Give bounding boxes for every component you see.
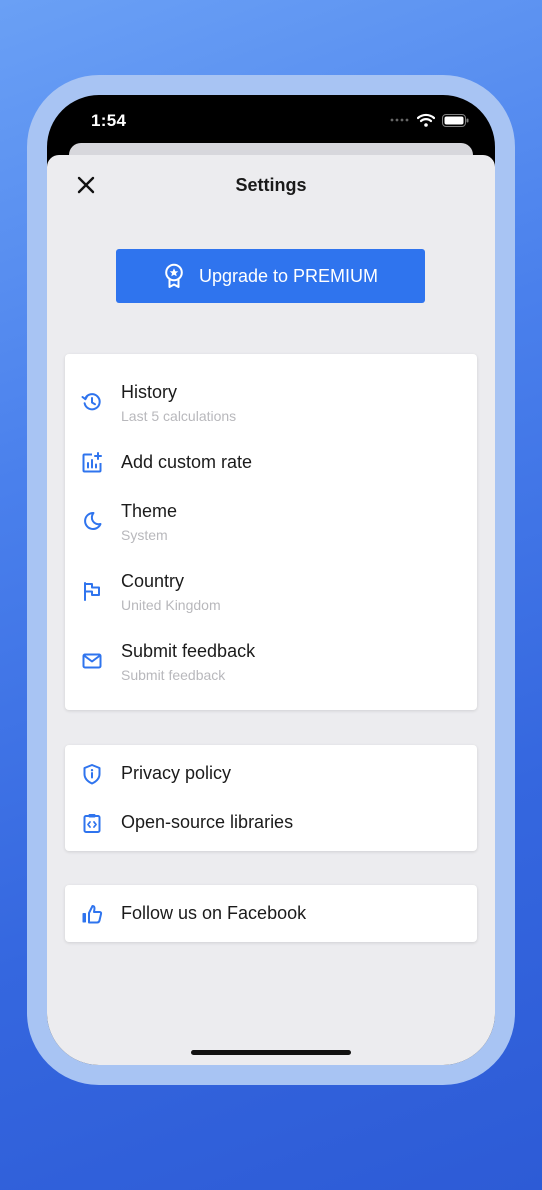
settings-item-follow-facebook-label: Follow us on Facebook <box>121 903 307 923</box>
shield-info-icon <box>83 764 101 785</box>
mail-icon <box>82 653 102 669</box>
phone-screen: 1:54 Settings Upgrade to PREMIUM History… <box>47 95 495 1065</box>
signal-icon <box>390 118 409 122</box>
main-settings-card: History Last 5 calculations Add custom r… <box>65 354 477 710</box>
code-clipboard-icon <box>83 814 101 833</box>
thumbs-up-icon <box>82 905 103 924</box>
upgrade-premium-label: Upgrade to PREMIUM <box>198 265 379 286</box>
settings-item-open-source-libraries[interactable]: Open-source libraries <box>65 808 477 838</box>
flag-icon <box>84 582 100 601</box>
history-icon <box>81 393 101 411</box>
settings-item-theme[interactable]: Theme System <box>65 497 477 545</box>
settings-item-theme-label: Theme <box>121 501 178 521</box>
settings-item-add-custom-rate-label: Add custom rate <box>121 452 253 472</box>
page-title: Settings <box>235 175 307 195</box>
settings-item-submit-feedback[interactable]: Submit feedback Submit feedback <box>65 637 477 685</box>
social-card: Follow us on Facebook <box>65 885 477 942</box>
settings-item-country-label: Country <box>121 571 185 591</box>
status-bar: 1:54 <box>47 95 495 147</box>
home-indicator[interactable] <box>191 1050 351 1055</box>
wifi-icon <box>417 113 435 127</box>
settings-item-add-custom-rate[interactable]: Add custom rate <box>65 448 477 478</box>
settings-item-privacy-policy[interactable]: Privacy policy <box>65 759 477 789</box>
moon-icon <box>84 511 102 530</box>
settings-item-submit-feedback-label: Submit feedback <box>121 641 256 661</box>
settings-item-theme-sublabel: System <box>121 527 168 543</box>
settings-item-history-sublabel: Last 5 calculations <box>121 408 237 424</box>
settings-sheet: Settings Upgrade to PREMIUM History Last… <box>47 155 495 1065</box>
settings-item-country-sublabel: United Kingdom <box>121 597 221 613</box>
status-icons <box>390 113 469 127</box>
award-badge-icon <box>165 263 183 288</box>
settings-item-follow-facebook[interactable]: Follow us on Facebook <box>65 899 477 929</box>
settings-item-privacy-policy-label: Privacy policy <box>121 763 232 783</box>
upgrade-premium-button[interactable]: Upgrade to PREMIUM <box>116 249 425 303</box>
settings-item-country[interactable]: Country United Kingdom <box>65 567 477 615</box>
add-chart-icon <box>82 452 102 473</box>
settings-item-submit-feedback-sublabel: Submit feedback <box>121 667 226 683</box>
legal-card: Privacy policy Open-source libraries <box>65 745 477 851</box>
status-time: 1:54 <box>91 111 127 130</box>
settings-item-history[interactable]: History Last 5 calculations <box>65 378 477 426</box>
battery-icon <box>442 113 469 127</box>
settings-item-history-label: History <box>121 382 178 402</box>
settings-item-open-source-libraries-label: Open-source libraries <box>121 812 294 832</box>
